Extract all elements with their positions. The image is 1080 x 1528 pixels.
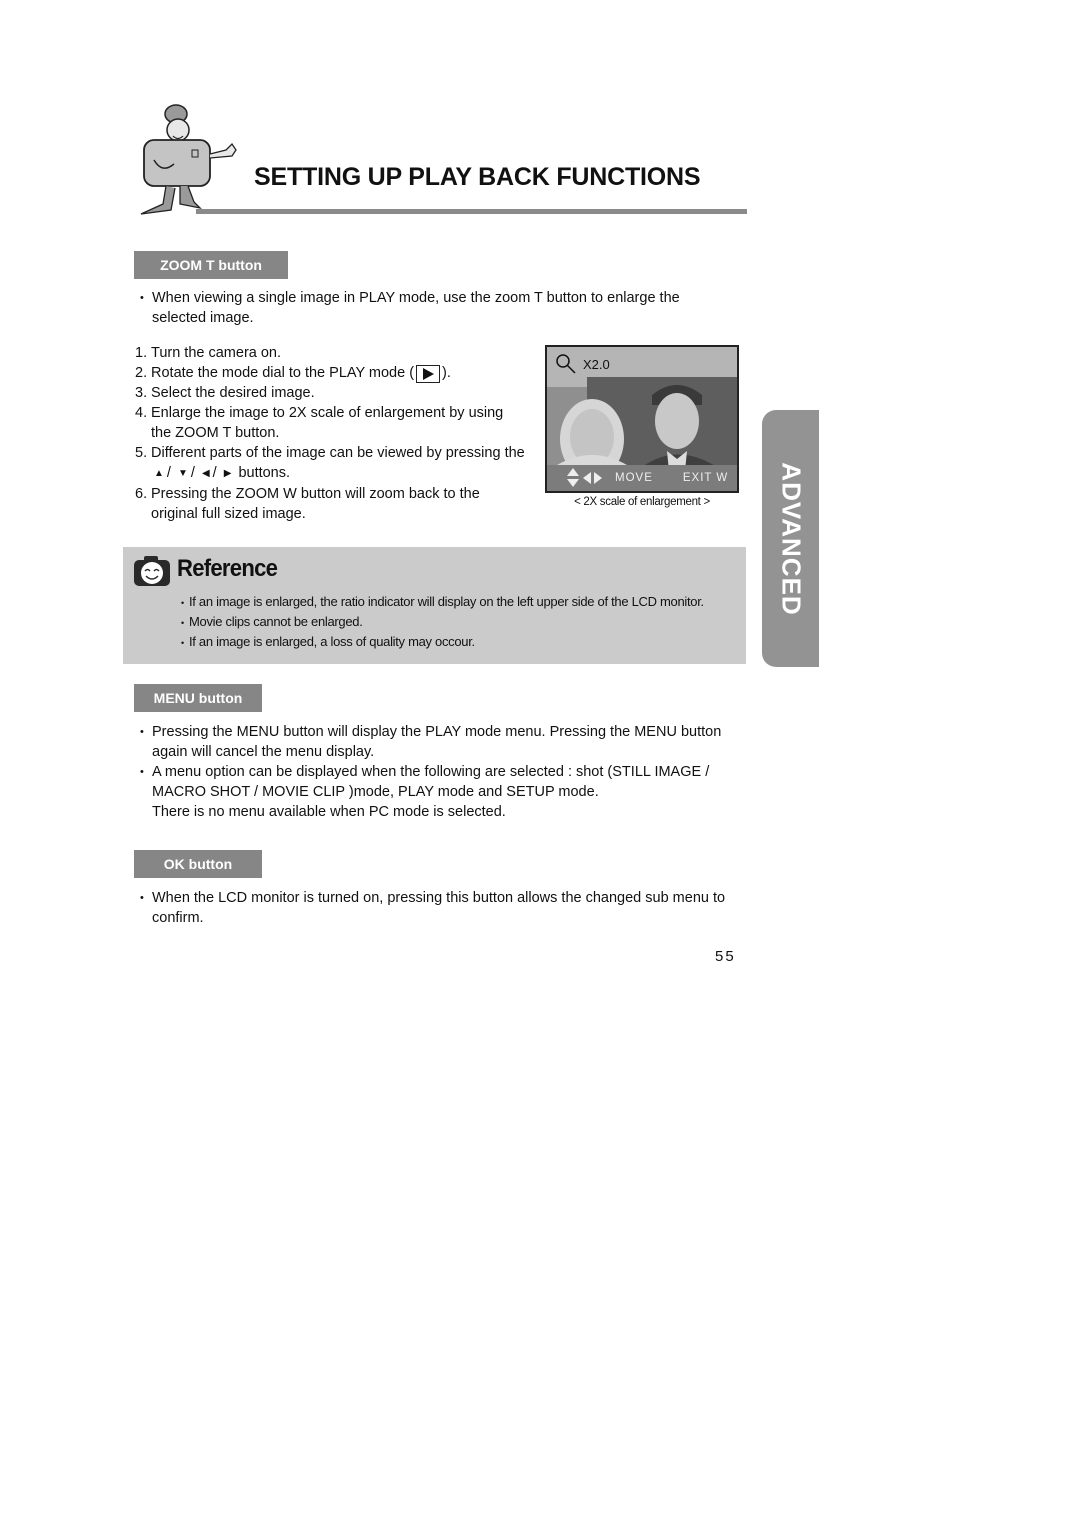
camera-mascot-icon (140, 104, 237, 215)
down-arrow-icon: ▼ (177, 468, 188, 479)
left-right-arrows-icon (583, 472, 602, 484)
magnifier-icon (556, 354, 576, 374)
step-3: 3. Select the desired image. (135, 385, 315, 401)
zoom-t-intro: When viewing a single image in PLAY mode… (137, 288, 717, 328)
reference-list: If an image is enlarged, the ratio indic… (181, 592, 704, 653)
menu-section-tag: MENU button (134, 684, 262, 712)
move-label: MOVE (615, 472, 653, 484)
ok-description: When the LCD monitor is turned on, press… (137, 888, 737, 928)
step-5: 5. Different parts of the image can be vi… (135, 443, 535, 484)
ok-section-tag: OK button (134, 850, 262, 878)
reference-box: Reference If an image is enlarged, the r… (123, 547, 746, 664)
title-divider (196, 209, 747, 214)
play-mode-icon (416, 365, 441, 383)
up-arrow-icon: ▲ (154, 468, 164, 479)
zoom-ratio-indicator: X2.0 (583, 357, 610, 372)
list-item: If an image is enlarged, a loss of quali… (181, 632, 704, 653)
page-title: SETTING UP PLAY BACK FUNCTIONS (254, 163, 701, 191)
lcd-zoom-preview: X2.0 MOVE EXIT W (545, 345, 739, 493)
advanced-tab-label: ADVANCED (776, 461, 806, 616)
zoom-t-section-tag: ZOOM T button (134, 251, 288, 279)
step-2: 2. Rotate the mode dial to the PLAY mode … (135, 365, 451, 383)
right-arrow-icon: ▶ (223, 468, 232, 479)
list-item: A menu option can be displayed when the … (137, 762, 737, 822)
list-item: Pressing the MENU button will display th… (137, 722, 737, 762)
advanced-section-tab: ADVANCED (762, 410, 819, 667)
list-item: If an image is enlarged, the ratio indic… (181, 592, 704, 613)
page-number: 55 (715, 948, 736, 965)
lcd-caption: < 2X scale of enlargement > (574, 496, 710, 508)
step-4: 4. Enlarge the image to 2X scale of enlar… (135, 405, 504, 441)
list-item: Movie clips cannot be enlarged. (181, 612, 704, 633)
list-item: When the LCD monitor is turned on, press… (137, 888, 737, 928)
menu-description: Pressing the MENU button will display th… (137, 722, 737, 822)
list-item: When viewing a single image in PLAY mode… (137, 288, 717, 328)
zoom-t-steps: 1. Turn the camera on. 2. Rotate the mode … (135, 343, 535, 524)
smiley-camera-icon (134, 556, 170, 586)
exit-label: EXIT W (682, 472, 729, 484)
reference-title: Reference (177, 555, 278, 582)
lcd-status-bar: MOVE EXIT W (547, 465, 737, 491)
step-6: 6. Pressing the ZOOM W button will zoom b… (135, 486, 480, 522)
up-down-arrows-icon (567, 468, 579, 487)
left-arrow-icon: ◀ (201, 468, 210, 479)
step-1: 1. Turn the camera on. (135, 345, 282, 361)
